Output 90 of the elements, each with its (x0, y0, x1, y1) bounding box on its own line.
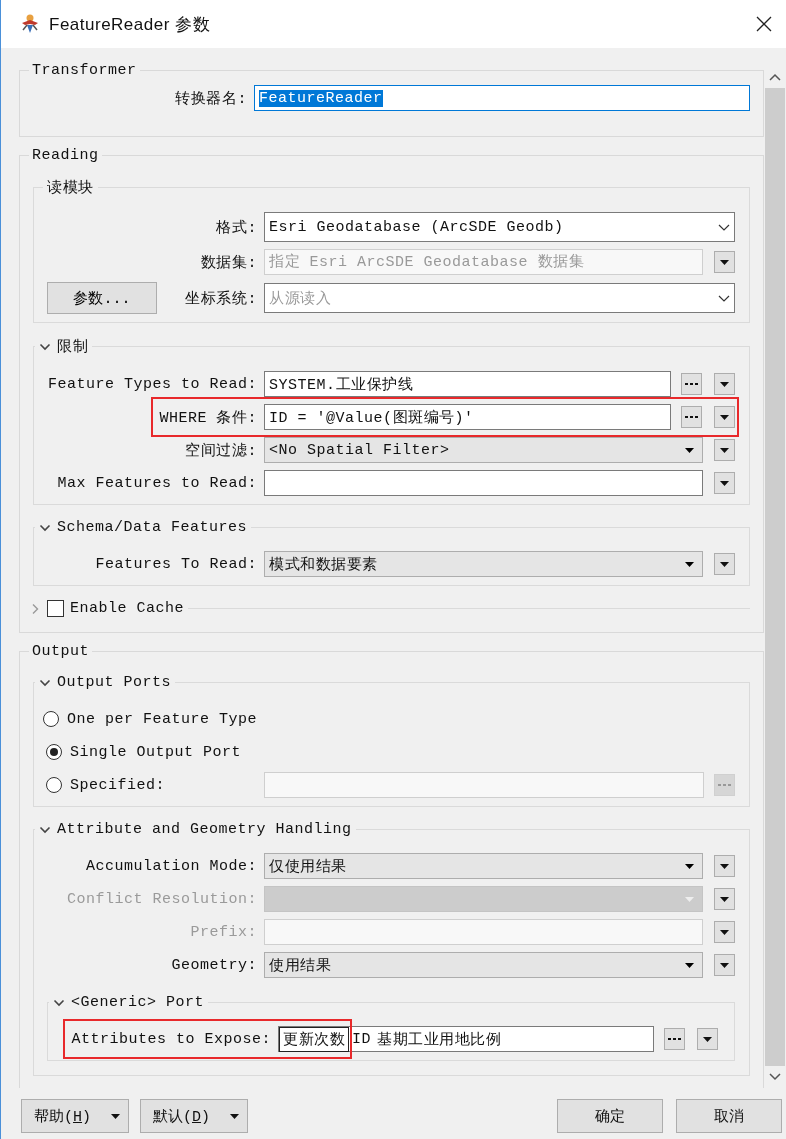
ellipsis-icon (718, 783, 731, 787)
section-title: Output Ports (57, 674, 172, 691)
menu-button[interactable] (714, 855, 735, 877)
dialog-button[interactable]: 确定 (557, 1099, 663, 1133)
field-label: Prefix: (190, 923, 257, 941)
caret-icon (703, 1036, 712, 1042)
caret-icon (720, 480, 729, 486)
text-field[interactable]: ID = '@Value(图斑编号)' (264, 404, 671, 430)
parameters-button[interactable]: 参数... (47, 282, 157, 314)
field-label: 坐标系统: (185, 289, 257, 308)
field-label: Conflict Resolution: (66, 890, 257, 908)
caret-icon (720, 863, 729, 869)
menu-button[interactable] (714, 373, 735, 395)
text-field[interactable]: SYSTEM.工业保护线 (264, 371, 671, 397)
caret-icon (720, 896, 729, 902)
app-icon (19, 13, 41, 35)
text-field[interactable]: FeatureReader (254, 85, 750, 111)
dropdown[interactable]: 使用结果 (264, 952, 703, 978)
field-label: Feature Types to Read: (47, 375, 257, 393)
ellipsis-icon (685, 382, 698, 386)
caret-icon (685, 561, 694, 567)
group-title: Reading (32, 147, 99, 164)
radio-label[interactable]: One per Feature Type (66, 710, 257, 728)
radio-label[interactable]: Specified: (70, 776, 165, 794)
more-button[interactable] (681, 406, 702, 428)
group-title: Output (32, 643, 89, 660)
group-title: Transformer (32, 62, 137, 79)
menu-button[interactable] (714, 406, 735, 428)
section-title: Attribute and Geometry Handling (57, 821, 352, 838)
attribute-token: 基期工业用地比例 (376, 1030, 502, 1049)
caret-icon (720, 414, 729, 420)
menu-button[interactable] (714, 553, 735, 575)
caret-icon (685, 863, 694, 869)
attribute-token: 更新次数 (279, 1026, 349, 1052)
menu-button[interactable] (714, 954, 735, 976)
caret-icon (230, 1113, 239, 1119)
text-field[interactable] (264, 470, 703, 496)
scroll-down-icon[interactable] (769, 1073, 781, 1081)
field-label: 格式: (216, 218, 257, 237)
section-title: <Generic> Port (71, 994, 205, 1011)
split-button[interactable]: 默认(D) (140, 1099, 248, 1133)
chevron-icon (718, 294, 730, 302)
caret-icon (720, 929, 729, 935)
menu-button[interactable] (714, 439, 735, 461)
more-button[interactable] (664, 1028, 685, 1050)
radio-button[interactable] (46, 744, 62, 760)
caret-icon (720, 962, 729, 968)
dialog-button[interactable]: 取消 (676, 1099, 782, 1133)
attribute-field[interactable]: 更新次数 ID 基期工业用地比例 (278, 1026, 654, 1052)
radio-button[interactable] (46, 777, 62, 793)
field-label: Max Features to Read: (57, 474, 257, 492)
ellipsis-icon (685, 415, 698, 419)
caret-icon (685, 896, 694, 902)
caret-icon (720, 447, 729, 453)
section-title: Schema/Data Features (57, 519, 248, 536)
close-icon[interactable] (756, 16, 772, 32)
field-label: 数据集: (201, 253, 257, 272)
caret-icon (685, 447, 694, 453)
field-label: 空间过滤: (185, 441, 257, 460)
split-button[interactable]: 帮助(H) (21, 1099, 129, 1133)
checkbox[interactable] (47, 600, 64, 617)
caret-icon (720, 561, 729, 567)
section-title: Enable Cache (70, 600, 185, 617)
field-label: Geometry: (171, 956, 257, 974)
section-title: 读模块 (47, 178, 94, 197)
ellipsis-icon (668, 1037, 681, 1041)
field-label: Features To Read: (95, 555, 257, 573)
dropdown[interactable]: 仅使用结果 (264, 853, 703, 879)
caret-icon (685, 962, 694, 968)
field-label: 转换器名: (175, 89, 247, 108)
scroll-up-icon[interactable] (769, 73, 781, 81)
chevron-icon (718, 223, 730, 231)
caret-icon (111, 1113, 120, 1119)
field-label: WHERE 条件: (159, 408, 257, 427)
menu-button[interactable] (697, 1028, 718, 1050)
section-title: 限制 (57, 337, 88, 356)
field-label: Accumulation Mode: (85, 857, 257, 875)
more-button[interactable] (681, 373, 702, 395)
window-title: FeatureReader 参数 (49, 13, 212, 36)
field-label: Attributes to Expose: (71, 1030, 271, 1048)
menu-button[interactable] (714, 251, 735, 273)
dropdown[interactable]: 模式和数据要素 (264, 551, 703, 577)
radio-button[interactable] (42, 711, 59, 727)
combo-box[interactable]: Esri Geodatabase (ArcSDE Geodb) (264, 212, 735, 242)
dropdown[interactable]: <No Spatial Filter> (264, 437, 703, 463)
caret-icon (720, 381, 729, 387)
menu-button[interactable] (714, 472, 735, 494)
caret-icon (720, 259, 729, 265)
attribute-token: ID (351, 1030, 372, 1048)
radio-label[interactable]: Single Output Port (70, 743, 242, 761)
